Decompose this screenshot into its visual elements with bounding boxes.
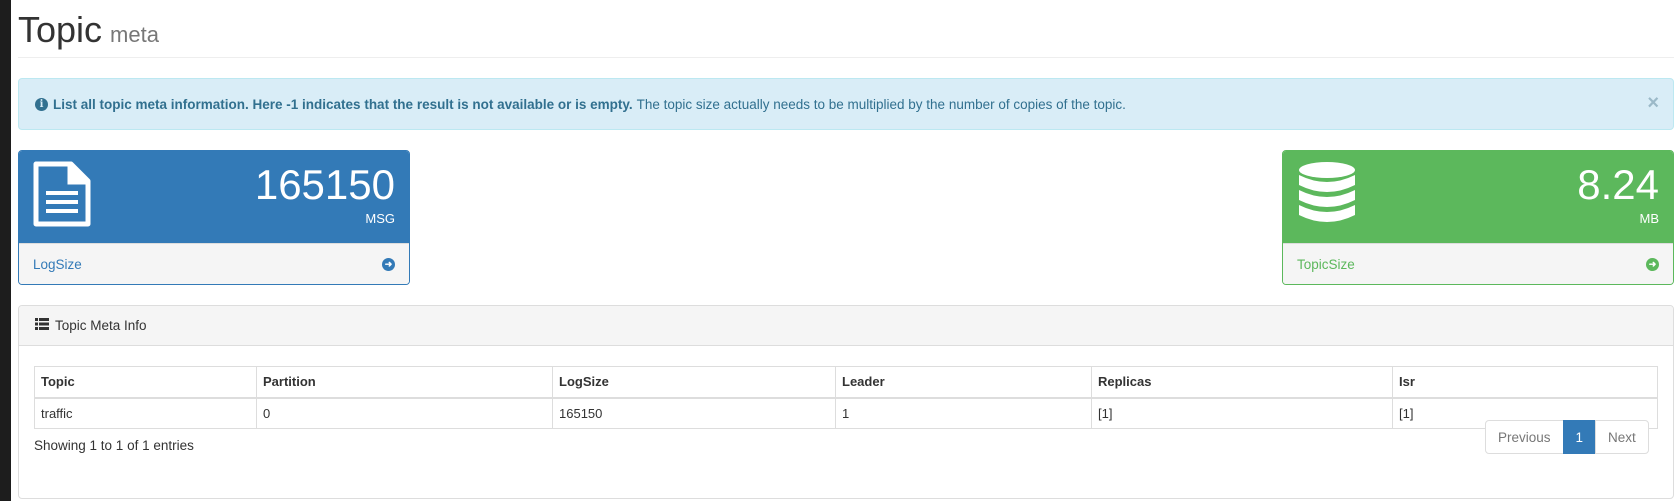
cell-partition: 0 bbox=[256, 397, 553, 429]
topicsize-unit: MB bbox=[1639, 211, 1660, 226]
table-row: traffic 0 165150 1 [1] [1] bbox=[34, 397, 1658, 429]
window-left-edge bbox=[0, 0, 11, 501]
cell-logsize: 165150 bbox=[552, 397, 836, 429]
table-header-row: Topic Partition LogSize Leader Replicas … bbox=[34, 366, 1658, 399]
page-subtitle: meta bbox=[110, 22, 159, 47]
topicsize-stat-head: 8.24 MB bbox=[1283, 151, 1673, 243]
current-page-button[interactable]: 1 bbox=[1562, 420, 1597, 454]
alert-strong-text: List all topic meta information. Here -1… bbox=[53, 96, 633, 112]
cell-topic: traffic bbox=[34, 397, 257, 429]
file-text-icon bbox=[33, 161, 91, 230]
logsize-value: 165150 bbox=[254, 161, 395, 208]
info-circle-icon: i bbox=[35, 97, 48, 111]
arrow-circle-right-icon: ➜ bbox=[1646, 258, 1659, 271]
info-alert: i List all topic meta information. Here … bbox=[18, 78, 1674, 130]
arrow-circle-right-icon: ➜ bbox=[382, 258, 395, 271]
column-header-leader[interactable]: Leader bbox=[835, 366, 1092, 399]
entries-info: Showing 1 to 1 of 1 entries bbox=[34, 438, 194, 453]
database-icon bbox=[1297, 161, 1357, 230]
page-title-text: Topic bbox=[18, 9, 103, 50]
alert-text: The topic size actually needs to be mult… bbox=[636, 96, 1126, 112]
column-header-isr[interactable]: Isr bbox=[1392, 366, 1658, 399]
topicsize-value: 8.24 bbox=[1577, 161, 1659, 208]
column-header-topic[interactable]: Topic bbox=[34, 366, 257, 399]
panel-title: Topic Meta Info bbox=[55, 318, 147, 333]
cell-leader: 1 bbox=[835, 397, 1092, 429]
pagination: Previous 1 Next bbox=[1485, 420, 1649, 454]
page-header: Topic meta bbox=[18, 4, 1674, 58]
logsize-stat-head: 165150 MSG bbox=[19, 151, 409, 243]
column-header-replicas[interactable]: Replicas bbox=[1091, 366, 1393, 399]
logsize-link[interactable]: LogSize ➜ bbox=[19, 243, 409, 284]
list-icon bbox=[35, 318, 49, 333]
next-page-button[interactable]: Next bbox=[1595, 420, 1649, 454]
logsize-unit: MSG bbox=[365, 211, 395, 226]
column-header-partition[interactable]: Partition bbox=[256, 366, 553, 399]
topicsize-link[interactable]: TopicSize ➜ bbox=[1283, 243, 1673, 284]
topicsize-label: TopicSize bbox=[1297, 256, 1355, 272]
alert-close-button[interactable]: × bbox=[1647, 92, 1659, 114]
panel-heading: Topic Meta Info bbox=[19, 306, 1673, 346]
previous-page-button[interactable]: Previous bbox=[1485, 420, 1564, 454]
logsize-label: LogSize bbox=[33, 256, 82, 272]
topic-meta-table: Topic Partition LogSize Leader Replicas … bbox=[34, 366, 1658, 429]
page-title: Topic meta bbox=[18, 8, 159, 57]
column-header-logsize[interactable]: LogSize bbox=[552, 366, 836, 399]
topic-meta-panel: Topic Meta Info Topic Partition LogSize … bbox=[18, 305, 1674, 499]
topicsize-stat-panel: 8.24 MB TopicSize ➜ bbox=[1282, 150, 1674, 285]
logsize-stat-panel: 165150 MSG LogSize ➜ bbox=[18, 150, 410, 285]
cell-replicas: [1] bbox=[1091, 397, 1393, 429]
